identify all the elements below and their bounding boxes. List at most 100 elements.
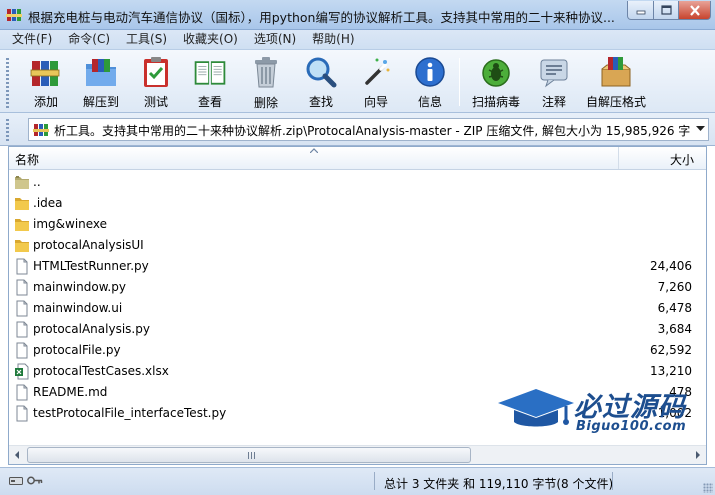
status-bar: 总计 3 文件夹 和 119,110 字节(8 个文件)	[0, 467, 715, 495]
minimize-button[interactable]	[627, 1, 654, 20]
maximize-icon	[660, 5, 672, 15]
column-name-header[interactable]: 名称	[15, 151, 39, 168]
menu-file[interactable]: 文件(F)	[4, 30, 60, 49]
file-size: 62,592	[650, 343, 692, 357]
chevron-down-icon[interactable]	[696, 126, 705, 132]
drive-icon[interactable]	[9, 475, 23, 486]
column-header: 名称 大小	[9, 147, 706, 170]
maximize-button[interactable]	[653, 1, 679, 20]
list-item[interactable]: protocalTestCases.xlsx 13,210	[9, 361, 706, 382]
find-button[interactable]: 查找	[300, 54, 342, 110]
sfx-button[interactable]: 自解压格式	[584, 54, 648, 110]
file-name: protocalFile.py	[33, 343, 121, 357]
virus-scan-icon	[482, 58, 510, 87]
toolbar-grip[interactable]	[6, 58, 9, 108]
add-button[interactable]: 添加	[24, 54, 68, 110]
menu-options[interactable]: 选项(N)	[246, 30, 304, 49]
file-name: .idea	[33, 196, 63, 210]
watermark: 必过源码 Biguo100.com	[496, 383, 708, 439]
menu-bar: 文件(F) 命令(C) 工具(S) 收藏夹(O) 选项(N) 帮助(H)	[0, 30, 715, 49]
delete-button[interactable]: 删除	[246, 54, 286, 110]
menu-help[interactable]: 帮助(H)	[304, 30, 362, 49]
wizard-label: 向导	[363, 95, 388, 109]
close-button[interactable]	[678, 1, 711, 20]
view-button[interactable]: 查看	[186, 54, 234, 110]
file-icon	[16, 321, 28, 338]
list-item[interactable]: .idea	[9, 193, 706, 214]
sfx-label: 自解压格式	[585, 95, 646, 109]
sort-ascending-icon	[310, 148, 318, 153]
list-item[interactable]: protocalFile.py 62,592	[9, 340, 706, 361]
test-clipboard-icon	[144, 56, 168, 87]
winrar-app-icon[interactable]	[6, 7, 22, 23]
menu-command[interactable]: 命令(C)	[60, 30, 118, 49]
virus-scan-button[interactable]: 扫描病毒	[468, 54, 524, 110]
archive-icon	[33, 124, 49, 136]
add-books-icon	[30, 60, 60, 86]
file-name: protocalAnalysis.py	[33, 322, 150, 336]
status-separator	[374, 472, 375, 490]
window-title: 根据充电桩与电动汽车通信协议（国标），用python编写的协议解析工具。支持其中…	[28, 10, 615, 25]
column-divider[interactable]	[618, 147, 619, 169]
scroll-thumb[interactable]	[27, 447, 471, 463]
list-item[interactable]: HTMLTestRunner.py 24,406	[9, 256, 706, 277]
list-item[interactable]: protocalAnalysis.py 3,684	[9, 319, 706, 340]
file-name: mainwindow.py	[33, 280, 126, 294]
scroll-right-button[interactable]	[689, 446, 706, 464]
view-book-icon	[194, 60, 226, 85]
column-size-header[interactable]: 大小	[670, 151, 694, 168]
comment-icon	[540, 59, 568, 87]
file-icon	[16, 279, 28, 296]
menu-favorites[interactable]: 收藏夹(O)	[175, 30, 246, 49]
file-name: ..	[33, 175, 41, 189]
file-name: img&winexe	[33, 217, 108, 231]
file-icon	[16, 300, 28, 317]
extract-to-button[interactable]: 解压到	[78, 54, 124, 110]
excel-file-icon	[15, 363, 29, 380]
graduation-cap-icon	[498, 389, 574, 427]
sfx-box-icon	[601, 56, 631, 86]
delete-trash-icon	[255, 57, 277, 88]
scroll-thumb-grip	[248, 452, 256, 459]
menu-tools[interactable]: 工具(S)	[118, 30, 175, 49]
minimize-icon	[636, 10, 645, 15]
file-icon	[16, 384, 28, 401]
list-item[interactable]: protocalAnalysisUI	[9, 235, 706, 256]
file-size: 7,260	[657, 280, 692, 294]
extract-to-label: 解压到	[82, 95, 119, 109]
virus-scan-label: 扫描病毒	[471, 95, 520, 109]
comment-label: 注释	[541, 95, 566, 109]
file-name: protocalAnalysisUI	[33, 238, 144, 252]
list-item[interactable]: img&winexe	[9, 214, 706, 235]
close-icon	[689, 5, 700, 16]
address-grip[interactable]	[6, 119, 9, 141]
key-icon[interactable]	[27, 475, 43, 486]
folder-icon	[15, 240, 29, 252]
parent-folder-icon	[15, 176, 29, 189]
address-combobox[interactable]: 析工具。支持其中常用的二十来种协议解析.zip\ProtocalAnalysis…	[28, 118, 709, 141]
test-button[interactable]: 测试	[136, 54, 176, 110]
address-path: 析工具。支持其中常用的二十来种协议解析.zip\ProtocalAnalysis…	[54, 124, 690, 138]
delete-label: 删除	[253, 96, 278, 110]
toolbar-separator	[459, 58, 460, 106]
info-button[interactable]: 信息	[410, 54, 450, 110]
find-magnifier-icon	[306, 57, 337, 87]
horizontal-scrollbar[interactable]	[9, 445, 706, 464]
extract-folder-icon	[86, 58, 116, 86]
list-item[interactable]: ..	[9, 172, 706, 193]
view-label: 查看	[197, 95, 222, 109]
arrow-right-icon	[696, 451, 700, 459]
file-icon	[16, 258, 28, 275]
scroll-left-button[interactable]	[9, 446, 26, 464]
folder-icon	[15, 219, 29, 231]
status-separator	[612, 472, 613, 490]
list-item[interactable]: mainwindow.ui 6,478	[9, 298, 706, 319]
resize-grip[interactable]	[703, 483, 713, 493]
info-label: 信息	[417, 95, 442, 109]
test-label: 测试	[143, 95, 168, 109]
list-item[interactable]: mainwindow.py 7,260	[9, 277, 706, 298]
wizard-button[interactable]: 向导	[354, 54, 398, 110]
title-bar[interactable]: 根据充电桩与电动汽车通信协议（国标），用python编写的协议解析工具。支持其中…	[0, 0, 715, 30]
file-size: 24,406	[650, 259, 692, 273]
comment-button[interactable]: 注释	[534, 54, 574, 110]
